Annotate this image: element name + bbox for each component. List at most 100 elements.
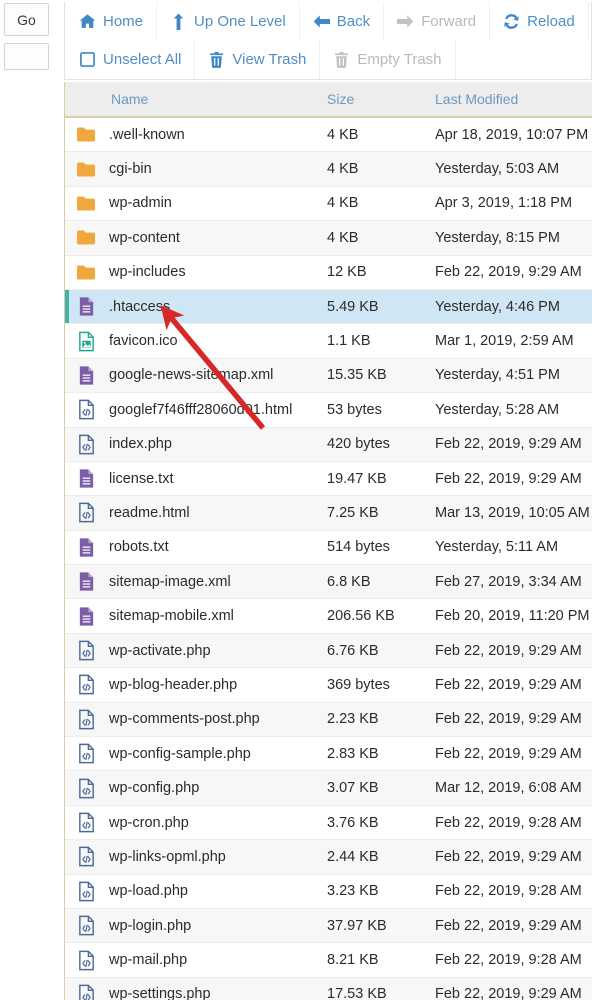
table-row[interactable]: googlef7f46fff28060d01.html 53 bytes Yeste… [65, 393, 592, 428]
folder-icon [75, 260, 97, 284]
table-row[interactable]: wp-activate.php 6.76 KB Feb 22, 2019, 9:29… [65, 633, 592, 669]
table-row[interactable]: wp-cron.php 3.76 KB Feb 22, 2019, 9:28 AM [65, 805, 592, 841]
cell-size: 4 KB [327, 229, 359, 246]
cell-name: sitemap-image.xml [65, 570, 327, 594]
file-name-label: wp-activate.php [109, 642, 211, 659]
file-name-label: index.php [109, 436, 172, 453]
column-header-name[interactable]: Name [65, 91, 327, 107]
document-icon [75, 604, 97, 628]
cell-size: 6.8 KB [327, 573, 371, 590]
back-button-label: Back [336, 12, 371, 30]
reload-button[interactable]: Reload [490, 2, 589, 40]
table-row[interactable]: .htaccess 5.49 KB Yesterday, 4:46 PM [65, 289, 592, 325]
table-row[interactable]: wp-content 4 KB Yesterday, 8:15 PM [65, 221, 592, 256]
folder-icon [75, 123, 97, 147]
cell-name: wp-config.php [65, 776, 327, 800]
file-name-label: license.txt [109, 470, 174, 487]
cell-last-modified: Apr 18, 2019, 10:07 PM [435, 126, 589, 143]
cell-name: wp-cron.php [65, 811, 327, 835]
checkbox-empty-icon [79, 51, 96, 68]
main-panel: Home Up One Level Back Forward Reload Un… [58, 0, 592, 1000]
view-trash-button[interactable]: View Trash [195, 40, 321, 79]
cell-size: 369 bytes [327, 676, 390, 693]
forward-button[interactable]: Forward [384, 2, 491, 40]
table-row[interactable]: wp-includes 12 KB Feb 22, 2019, 9:29 AM [65, 255, 592, 290]
code-file-icon [75, 982, 97, 1000]
file-name-label: wp-content [109, 229, 180, 246]
cell-size: 53 bytes [327, 401, 382, 418]
cell-name: wp-load.php [65, 879, 327, 903]
file-name-label: favicon.ico [109, 333, 178, 350]
cell-last-modified: Feb 22, 2019, 9:29 AM [435, 436, 582, 453]
table-row[interactable]: .well-known 4 KB Apr 18, 2019, 10:07 PM [65, 118, 592, 153]
up-one-level-button[interactable]: Up One Level [157, 2, 300, 40]
table-row[interactable]: readme.html 7.25 KB Mar 13, 2019, 10:05 AM [65, 496, 592, 531]
go-button[interactable]: Go [4, 3, 49, 36]
path-input[interactable] [4, 43, 49, 70]
image-file-icon [75, 329, 97, 353]
cell-name: cgi-bin [65, 157, 327, 181]
right-arrow-icon [397, 13, 414, 30]
table-row[interactable]: wp-settings.php 17.53 KB Feb 22, 2019, 9:2… [65, 977, 592, 1000]
cell-name: license.txt [65, 467, 327, 491]
cell-last-modified: Yesterday, 4:51 PM [435, 367, 560, 384]
document-icon [75, 535, 97, 559]
file-name-label: wp-cron.php [109, 814, 189, 831]
table-row[interactable]: wp-config.php 3.07 KB Mar 12, 2019, 6:08 A… [65, 771, 592, 806]
table-row[interactable]: wp-config-sample.php 2.83 KB Feb 22, 2019,… [65, 737, 592, 772]
table-row[interactable]: wp-comments-post.php 2.23 KB Feb 22, 2019,… [65, 702, 592, 738]
cell-size: 3.76 KB [327, 814, 379, 831]
cell-size: 1.1 KB [327, 333, 371, 350]
folder-icon [75, 191, 97, 215]
table-row[interactable]: wp-load.php 3.23 KB Feb 22, 2019, 9:28 AM [65, 874, 592, 909]
cell-last-modified: Yesterday, 5:28 AM [435, 401, 560, 418]
table-row[interactable]: wp-links-opml.php 2.44 KB Feb 22, 2019, 9:… [65, 840, 592, 875]
cell-name: .well-known [65, 123, 327, 147]
column-header-size[interactable]: Size [327, 91, 435, 107]
cell-size: 3.23 KB [327, 883, 379, 900]
table-row[interactable]: cgi-bin 4 KB Yesterday, 5:03 AM [65, 152, 592, 187]
file-name-label: wp-admin [109, 195, 172, 212]
unselect-all-label: Unselect All [103, 51, 182, 68]
trash-icon [333, 51, 350, 68]
cell-size: 206.56 KB [327, 608, 395, 625]
table-row[interactable]: sitemap-mobile.xml 206.56 KB Feb 20, 2019,… [65, 599, 592, 634]
table-row[interactable]: wp-admin 4 KB Apr 3, 2019, 1:18 PM [65, 186, 592, 222]
code-file-icon [75, 948, 97, 972]
file-name-label: cgi-bin [109, 161, 152, 178]
cell-name: index.php [65, 432, 327, 456]
column-header-last-modified[interactable]: Last Modified [435, 91, 592, 107]
table-row[interactable]: index.php 420 bytes Feb 22, 2019, 9:29 AM [65, 427, 592, 462]
cell-size: 3.07 KB [327, 780, 379, 797]
cell-last-modified: Feb 22, 2019, 9:29 AM [435, 642, 582, 659]
code-file-icon [75, 432, 97, 456]
file-name-label: googlef7f46fff28060d01.html [109, 401, 293, 418]
file-name-label: wp-comments-post.php [109, 711, 260, 728]
home-button[interactable]: Home [65, 2, 158, 40]
back-button[interactable]: Back [300, 2, 385, 40]
code-file-icon [75, 742, 97, 766]
cell-size: 6.76 KB [327, 642, 379, 659]
table-row[interactable]: wp-blog-header.php 369 bytes Feb 22, 2019,… [65, 668, 592, 703]
table-row[interactable]: wp-login.php 37.97 KB Feb 22, 2019, 9:29 A… [65, 908, 592, 944]
table-row[interactable]: google-news-sitemap.xml 15.35 KB Yesterday… [65, 358, 592, 394]
cell-last-modified: Feb 22, 2019, 9:28 AM [435, 883, 582, 900]
cell-last-modified: Feb 20, 2019, 11:20 PM [435, 608, 590, 625]
empty-trash-button[interactable]: Empty Trash [320, 40, 456, 79]
file-name-label: wp-config.php [109, 780, 200, 797]
table-row[interactable]: favicon.ico 1.1 KB Mar 1, 2019, 2:59 AM [65, 324, 592, 359]
table-row[interactable]: robots.txt 514 bytes Yesterday, 5:11 AM [65, 530, 592, 566]
file-list: .well-known 4 KB Apr 18, 2019, 10:07 PM cgi… [65, 118, 592, 1000]
cell-last-modified: Feb 27, 2019, 3:34 AM [435, 573, 582, 590]
cell-last-modified: Feb 22, 2019, 9:29 AM [435, 711, 582, 728]
cell-last-modified: Feb 22, 2019, 9:29 AM [435, 470, 582, 487]
table-row[interactable]: sitemap-image.xml 6.8 KB Feb 27, 2019, 3:3… [65, 565, 592, 600]
cell-name: wp-activate.php [65, 639, 327, 663]
code-file-icon [75, 879, 97, 903]
file-name-label: google-news-sitemap.xml [109, 367, 274, 384]
cell-last-modified: Feb 22, 2019, 9:29 AM [435, 848, 582, 865]
unselect-all-button[interactable]: Unselect All [65, 40, 196, 79]
cell-size: 7.25 KB [327, 504, 379, 521]
table-row[interactable]: license.txt 19.47 KB Feb 22, 2019, 9:29 AM [65, 461, 592, 497]
table-row[interactable]: wp-mail.php 8.21 KB Feb 22, 2019, 9:28 AM [65, 943, 592, 978]
